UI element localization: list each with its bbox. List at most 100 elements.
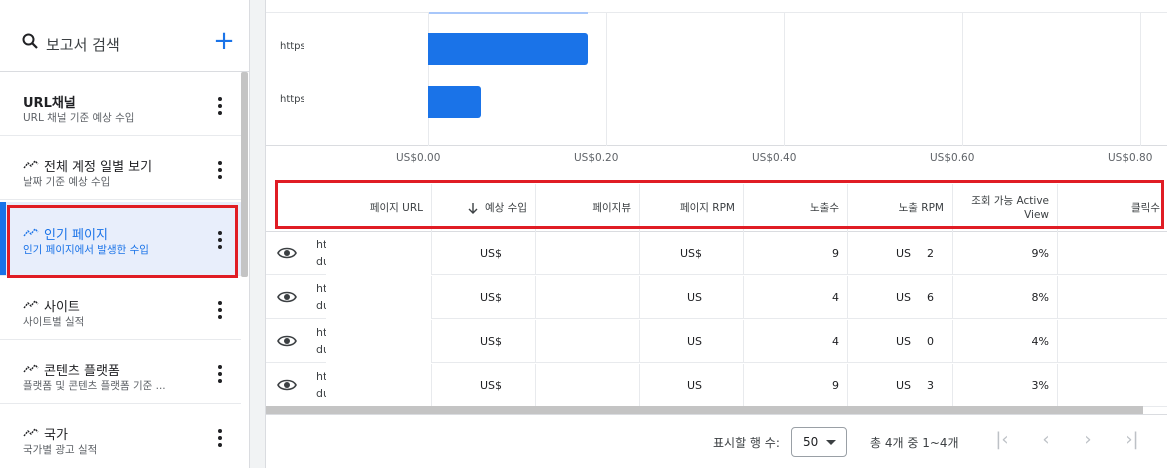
sidebar-item-title: URL채널: [23, 96, 76, 111]
cell-earnings: US$: [432, 364, 536, 407]
sidebar-item-content-platform[interactable]: 콘텐츠 플랫폼 플랫폼 및 콘텐츠 플랫폼 기준 ...: [0, 340, 241, 404]
last-page-icon[interactable]: ›|: [1122, 430, 1142, 450]
sparkline-icon: [23, 159, 39, 169]
chart-gridline: [606, 12, 607, 146]
sparkline-icon: [23, 299, 39, 309]
table-horizontal-scrollbar[interactable]: [266, 406, 1143, 414]
cell-value: US: [896, 291, 912, 304]
redacted-block: [326, 320, 432, 363]
cell-impression-rpm: US 6: [848, 276, 953, 319]
cell-impression-rpm: US 0: [848, 320, 953, 363]
sidebar-item-subtitle: 사이트별 실적: [23, 316, 85, 328]
cell-value: US: [896, 247, 912, 260]
cell-value: 0: [927, 335, 935, 348]
add-report-button[interactable]: +: [212, 28, 236, 54]
cell-active-view: 9%: [953, 232, 1058, 275]
more-vert-icon[interactable]: [214, 160, 226, 180]
cell-value: US: [896, 335, 912, 348]
report-search[interactable]: 보고서 검색 +: [0, 0, 250, 72]
cell-page-rpm: US$: [640, 232, 744, 275]
first-page-icon[interactable]: |‹: [992, 430, 1012, 450]
eye-icon[interactable]: [277, 289, 297, 305]
next-page-icon[interactable]: ›: [1078, 430, 1098, 450]
prev-page-icon[interactable]: ‹: [1036, 430, 1056, 450]
table-row[interactable]: htdu US$ US 9 US3 3%: [266, 364, 1167, 407]
sidebar-item-title: 국가: [44, 428, 68, 443]
sidebar-item-subtitle: 국가별 광고 실적: [23, 444, 98, 456]
search-icon: [22, 33, 38, 49]
sidebar-item-url-channel[interactable]: URL채널 URL 채널 기준 예상 수입: [0, 72, 241, 136]
eye-icon[interactable]: [277, 245, 297, 261]
sparkline-icon: [23, 427, 39, 437]
sidebar-item-daily-account[interactable]: 전체 계정 일별 보기 날짜 기준 예상 수입: [0, 136, 241, 200]
page-range-label: 총 4개 중 1~4개: [870, 436, 959, 450]
chart-plot-area: [266, 12, 1167, 146]
dropdown-caret-icon: [826, 440, 836, 445]
more-vert-icon[interactable]: [214, 96, 226, 116]
cell-impressions: 9: [744, 364, 848, 407]
cell-impressions: 4: [744, 276, 848, 319]
cell-impressions: 4: [744, 320, 848, 363]
more-vert-icon[interactable]: [214, 300, 226, 320]
cell-impression-rpm: US 3: [848, 364, 953, 407]
bar-category-label: https: [280, 41, 304, 52]
sidebar-item-title: 콘텐츠 플랫폼: [44, 364, 120, 379]
more-vert-icon[interactable]: [214, 428, 226, 448]
table-row[interactable]: htdu US$ US 4 US6 8%: [266, 276, 1167, 319]
cell-value: 2: [927, 247, 935, 260]
cell-clicks: [1058, 320, 1167, 363]
sidebar-item-sites[interactable]: 사이트 사이트별 실적: [0, 276, 241, 340]
more-vert-icon[interactable]: [214, 364, 226, 384]
table-pagination: 표시할 행 수: 50 총 4개 중 1~4개 |‹ ‹ › ›|: [266, 414, 1167, 468]
eye-icon[interactable]: [277, 377, 297, 393]
redacted-block: [326, 364, 432, 407]
rows-per-page-label: 표시할 행 수:: [713, 436, 780, 450]
redacted-block: [326, 232, 432, 275]
cell-page-rpm: US: [640, 320, 744, 363]
cell-pageviews: [536, 364, 640, 407]
cell-impression-rpm: US 2: [848, 232, 953, 275]
active-indicator: [0, 202, 6, 275]
cell-page-rpm: US: [640, 276, 744, 319]
table-row[interactable]: htdu US$ US 4 US0 4%: [266, 320, 1167, 363]
cell-active-view: 4%: [953, 320, 1058, 363]
sparkline-icon: [23, 363, 39, 373]
sidebar-item-title: 사이트: [44, 300, 80, 315]
sidebar-item-country[interactable]: 국가 국가별 광고 실적: [0, 404, 241, 468]
rows-per-page-select[interactable]: 50: [791, 427, 847, 457]
earnings-bar-chart: US$0.00 US$0.20 US$0.40 US$0.60 US$0.80 https…: [266, 0, 1167, 178]
cell-active-view: 3%: [953, 364, 1058, 407]
sidebar-item-title: 전체 계정 일별 보기: [44, 160, 153, 175]
sidebar-item-subtitle: URL 채널 기준 예상 수입: [23, 112, 135, 124]
sidebar-scrollbar[interactable]: [241, 72, 248, 277]
x-tick-label: US$0.80: [1108, 152, 1153, 164]
search-label: 보고서 검색: [46, 36, 120, 54]
bar-category-label: https: [280, 94, 304, 105]
sidebar-item-subtitle: 날짜 기준 예상 수입: [23, 176, 111, 188]
chart-bar[interactable]: [428, 33, 588, 65]
chart-bar[interactable]: [428, 86, 481, 118]
bar-partial-top: [428, 12, 588, 14]
cell-pageviews: [536, 320, 640, 363]
x-tick-label: US$0.20: [574, 152, 619, 164]
x-tick-label: US$0.40: [752, 152, 797, 164]
cell-value: US: [896, 379, 912, 392]
eye-icon[interactable]: [277, 333, 297, 349]
cell-active-view: 8%: [953, 276, 1058, 319]
cell-earnings: US$: [432, 232, 536, 275]
table-row[interactable]: htdu US$ US$ 9 US2 9%: [266, 232, 1167, 275]
app-root: 보고서 검색 + URL채널 URL 채널 기준 예상 수입 전체 계정 일별 …: [0, 0, 1167, 468]
cell-pageviews: [536, 276, 640, 319]
chart-gridline: [962, 12, 963, 146]
chart-gridline: [784, 12, 785, 146]
cell-value: 3: [927, 379, 935, 392]
cell-earnings: US$: [432, 320, 536, 363]
cell-page-rpm: US: [640, 364, 744, 407]
x-tick-label: US$0.00: [396, 152, 441, 164]
cell-clicks: [1058, 232, 1167, 275]
cell-clicks: [1058, 276, 1167, 319]
redacted-block: [326, 276, 432, 319]
cell-clicks: [1058, 364, 1167, 407]
cell-earnings: US$: [432, 276, 536, 319]
cell-pageviews: [536, 232, 640, 275]
